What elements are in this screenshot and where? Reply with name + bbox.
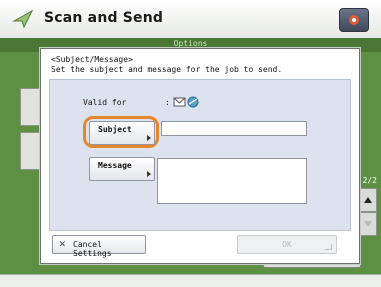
scroll-up-button[interactable]	[359, 188, 377, 212]
ok-button[interactable]: OK	[237, 235, 337, 254]
arrow-up-icon	[364, 197, 372, 203]
chevron-right-icon	[147, 135, 151, 141]
valid-for-colon: :	[165, 98, 170, 107]
bottom-status-bar	[0, 274, 381, 287]
scroll-down-button[interactable]	[359, 212, 377, 236]
cancel-settings-label: Cancel Settings	[73, 240, 112, 258]
dialog-title: <Subject/Message>	[51, 55, 133, 64]
page-indicator: 2/2	[362, 176, 377, 185]
arrow-down-icon	[364, 221, 372, 227]
close-icon: ✕	[59, 237, 66, 250]
options-title: Options	[173, 39, 208, 48]
status-monitor-button[interactable]	[339, 8, 369, 32]
ok-button-label: OK	[282, 240, 292, 249]
app-header: Scan and Send	[0, 0, 381, 39]
subject-button[interactable]: Subject	[89, 121, 155, 145]
message-field[interactable]	[157, 158, 307, 204]
resize-corner-icon	[325, 244, 332, 250]
valid-for-label: Valid for	[83, 98, 127, 107]
dialog-header: <Subject/Message> Set the subject and me…	[51, 55, 282, 75]
email-ifax-icon	[173, 96, 199, 108]
status-monitor-icon	[349, 15, 359, 25]
message-button-label: Message	[98, 161, 132, 170]
subject-message-dialog: <Subject/Message> Set the subject and me…	[40, 48, 360, 264]
subject-field[interactable]	[161, 121, 307, 136]
dialog-description: Set the subject and message for the job …	[51, 65, 283, 74]
message-button[interactable]: Message	[89, 157, 155, 181]
app-title: Scan and Send	[44, 10, 164, 26]
cancel-settings-button[interactable]: ✕ Cancel Settings	[52, 235, 146, 258]
chevron-right-icon	[147, 171, 151, 177]
scan-send-icon	[12, 9, 34, 29]
subject-button-label: Subject	[98, 125, 132, 134]
